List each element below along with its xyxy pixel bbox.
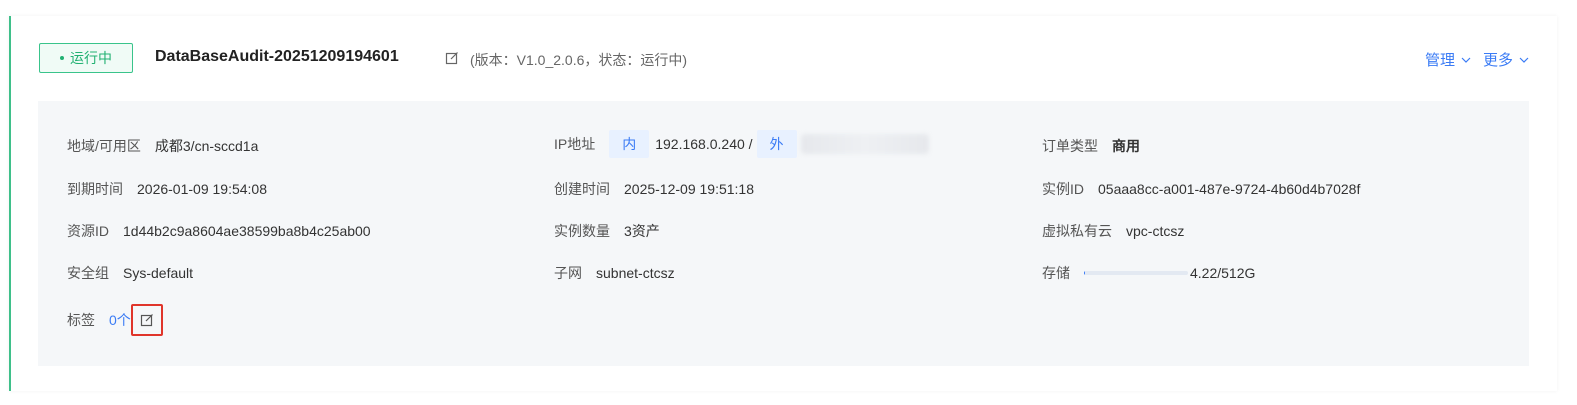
storage-progress-bar bbox=[1084, 271, 1188, 275]
field-label: 到期时间 bbox=[67, 181, 123, 197]
field-value: subnet-ctcsz bbox=[596, 265, 675, 281]
field-value: 3资产 bbox=[624, 223, 660, 239]
field-value: 2026-01-09 19:54:08 bbox=[137, 181, 267, 197]
outer-ip-tag: 外 bbox=[756, 130, 797, 158]
tag-count-link[interactable]: 0个 bbox=[109, 310, 131, 330]
field-subnet: 子网 subnet-ctcsz bbox=[554, 263, 675, 283]
field-label: 资源ID bbox=[67, 223, 109, 239]
chevron-down-icon bbox=[1519, 57, 1529, 63]
field-expire: 到期时间 2026-01-09 19:54:08 bbox=[67, 179, 267, 199]
more-label: 更多 bbox=[1482, 52, 1513, 69]
field-value: 4.22/512G bbox=[1190, 265, 1256, 281]
field-value: 1d44b2c9a8604ae38599ba8b4c25ab00 bbox=[123, 223, 371, 239]
field-created: 创建时间 2025-12-09 19:51:18 bbox=[554, 179, 754, 199]
detail-panel: 地域/可用区 成都3/cn-sccd1a 到期时间 2026-01-09 19:… bbox=[38, 101, 1529, 366]
field-label: 虚拟私有云 bbox=[1042, 223, 1112, 239]
outer-ip-redacted bbox=[800, 134, 929, 154]
field-region: 地域/可用区 成都3/cn-sccd1a bbox=[67, 136, 258, 156]
field-label: 标签 bbox=[67, 312, 95, 328]
field-tags: 标签 0个 bbox=[67, 304, 163, 336]
field-storage: 存储 4.22/512G bbox=[1042, 263, 1255, 283]
version-info: (版本：V1.0_2.0.6，状态：运行中) bbox=[470, 52, 688, 68]
field-label: 实例ID bbox=[1042, 181, 1084, 197]
field-order-type: 订单类型 商用 bbox=[1042, 136, 1140, 156]
inner-ip-value: 192.168.0.240 / bbox=[655, 136, 753, 152]
field-resource-id: 资源ID 1d44b2c9a8604ae38599ba8b4c25ab00 bbox=[67, 221, 371, 241]
field-label: 子网 bbox=[554, 265, 582, 281]
field-instance-count: 实例数量 3资产 bbox=[554, 221, 660, 241]
field-label: 实例数量 bbox=[554, 223, 610, 239]
field-ip: IP地址 内 192.168.0.240 / 外 bbox=[554, 130, 929, 158]
field-label: 创建时间 bbox=[554, 181, 610, 197]
field-value: 2025-12-09 19:51:18 bbox=[624, 181, 754, 197]
field-vpc: 虚拟私有云 vpc-ctcsz bbox=[1042, 221, 1184, 241]
field-label: 存储 bbox=[1042, 265, 1070, 281]
field-security-group: 安全组 Sys-default bbox=[67, 263, 193, 283]
field-label: 安全组 bbox=[67, 265, 109, 281]
instance-card: 运行中 DataBaseAudit-20251209194601 (版本：V1.… bbox=[9, 16, 1557, 391]
field-value: vpc-ctcsz bbox=[1126, 223, 1185, 239]
manage-label: 管理 bbox=[1424, 52, 1455, 69]
edit-icon[interactable] bbox=[445, 51, 459, 65]
field-value: 成都3/cn-sccd1a bbox=[154, 138, 259, 154]
manage-dropdown[interactable]: 管理 bbox=[1425, 49, 1471, 70]
field-label: 订单类型 bbox=[1042, 138, 1098, 154]
field-value: Sys-default bbox=[123, 265, 194, 281]
field-label: 地域/可用区 bbox=[67, 138, 141, 154]
field-value: 商用 bbox=[1112, 138, 1140, 154]
edit-icon bbox=[140, 314, 153, 327]
chevron-down-icon bbox=[1461, 57, 1471, 63]
field-instance-id: 实例ID 05aaa8cc-a001-487e-9724-4b60d4b7028… bbox=[1042, 179, 1360, 199]
status-dot bbox=[60, 56, 64, 60]
more-dropdown[interactable]: 更多 bbox=[1483, 49, 1529, 70]
field-label: IP地址 bbox=[554, 136, 596, 152]
field-value: 05aaa8cc-a001-487e-9724-4b60d4b7028f bbox=[1098, 181, 1361, 197]
inner-ip-tag: 内 bbox=[609, 130, 650, 158]
instance-name: DataBaseAudit-20251209194601 bbox=[155, 48, 399, 65]
edit-tags-button[interactable] bbox=[130, 304, 163, 336]
status-badge: 运行中 bbox=[39, 43, 133, 73]
storage-progress-fill bbox=[1084, 271, 1086, 275]
header-actions: 管理 更多 bbox=[1425, 49, 1529, 70]
status-label: 运行中 bbox=[70, 50, 112, 66]
